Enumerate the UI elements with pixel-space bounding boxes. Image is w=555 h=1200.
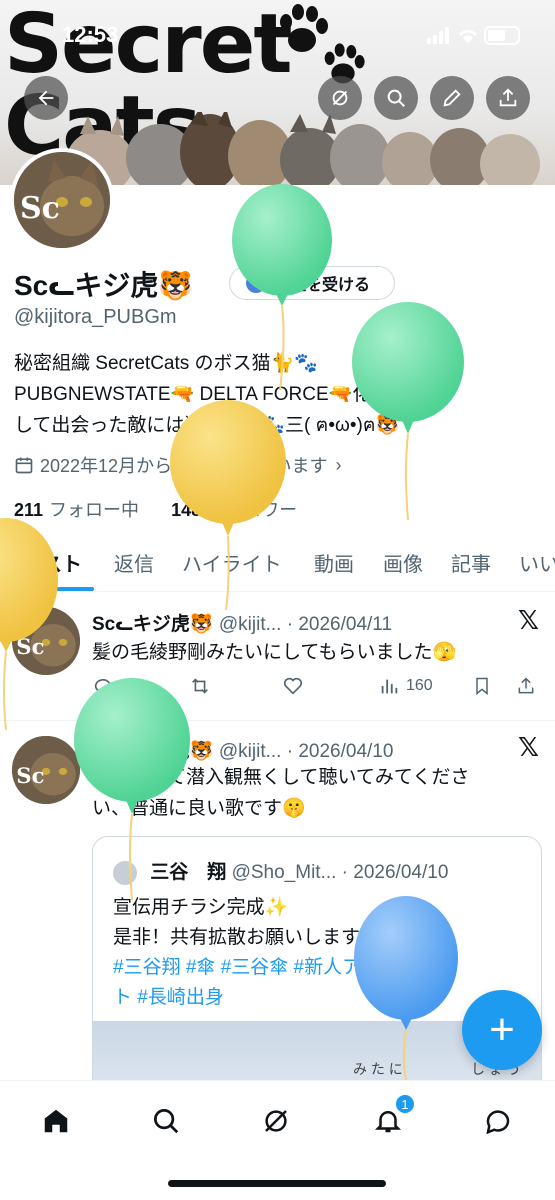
home-icon (44, 1109, 68, 1133)
balloon-green (352, 302, 464, 521)
message-icon (486, 1110, 510, 1135)
balloons-overlay (0, 184, 464, 1081)
search-icon (154, 1109, 179, 1134)
balloon-blue (354, 896, 458, 1081)
grok-icon (265, 1110, 287, 1132)
home-indicator (168, 1180, 386, 1187)
notification-badge: 1 (394, 1093, 416, 1115)
nav-search[interactable] (146, 1101, 186, 1141)
nav-home[interactable] (36, 1101, 76, 1141)
nav-grok[interactable] (256, 1101, 296, 1141)
nav-messages[interactable] (478, 1101, 518, 1141)
balloon-yellow (170, 400, 286, 611)
balloon-green (74, 678, 190, 901)
balloon-yellow (0, 518, 58, 731)
balloon-green (232, 184, 332, 391)
